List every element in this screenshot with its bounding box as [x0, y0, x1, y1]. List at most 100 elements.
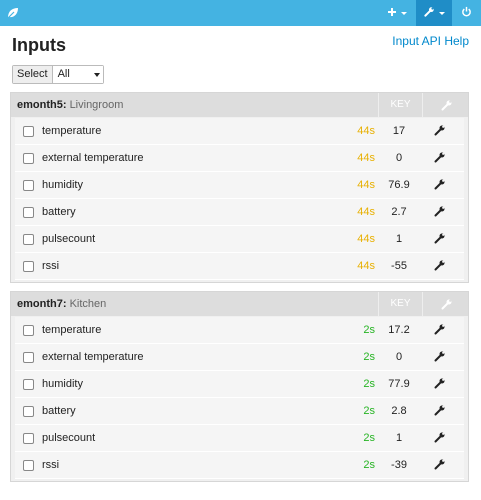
- wrench-icon: [434, 125, 445, 136]
- input-value: 17.2: [388, 324, 410, 336]
- wrench-icon: [434, 206, 445, 217]
- node-panel-emonth7: emonth7: Kitchen KEY temperature 2s 17.2…: [10, 291, 469, 482]
- input-value: 76.9: [388, 179, 410, 191]
- input-checkbox[interactable]: [23, 379, 34, 390]
- input-name: rssi: [42, 260, 60, 272]
- input-last-updated: 44s: [357, 260, 375, 272]
- node-header[interactable]: emonth7: Kitchen KEY: [11, 292, 468, 316]
- wrench-icon: [434, 432, 445, 443]
- input-row[interactable]: external temperature 2s 0: [15, 344, 464, 371]
- input-config-button[interactable]: [425, 151, 455, 163]
- add-menu-button[interactable]: [380, 0, 414, 26]
- wrench-icon: [441, 100, 451, 111]
- input-last-updated: 2s: [363, 432, 375, 444]
- input-checkbox[interactable]: [23, 234, 34, 245]
- power-icon: [461, 6, 472, 20]
- wrench-icon: [434, 378, 445, 389]
- input-checkbox[interactable]: [23, 460, 34, 471]
- logout-button[interactable]: [452, 0, 481, 26]
- setup-menu-button[interactable]: [416, 0, 452, 26]
- input-config-button[interactable]: [425, 404, 455, 416]
- input-last-updated: 2s: [363, 351, 375, 363]
- chevron-down-icon: [438, 11, 445, 15]
- input-config-button[interactable]: [425, 431, 455, 443]
- input-config-button[interactable]: [425, 458, 455, 470]
- input-checkbox[interactable]: [23, 406, 34, 417]
- input-config-button[interactable]: [425, 232, 455, 244]
- input-last-updated: 2s: [363, 378, 375, 390]
- input-value: -55: [391, 260, 407, 272]
- input-checkbox[interactable]: [23, 207, 34, 218]
- input-row[interactable]: temperature 2s 17.2: [15, 317, 464, 344]
- node-panel-emonth5: emonth5: Livingroom KEY temperature 44s …: [10, 92, 469, 283]
- input-row[interactable]: battery 2s 2.8: [15, 398, 464, 425]
- input-row[interactable]: humidity 2s 77.9: [15, 371, 464, 398]
- node-config-button[interactable]: [424, 93, 469, 117]
- wrench-icon: [434, 260, 445, 271]
- key-column-header: KEY: [378, 292, 423, 316]
- wrench-icon: [423, 6, 435, 20]
- input-checkbox[interactable]: [23, 352, 34, 363]
- wrench-icon: [434, 405, 445, 416]
- input-config-button[interactable]: [425, 323, 455, 335]
- node-name: emonth5:: [17, 99, 67, 111]
- node-config-button[interactable]: [424, 292, 469, 316]
- wrench-icon: [441, 299, 451, 310]
- input-last-updated: 2s: [363, 459, 375, 471]
- input-row[interactable]: pulsecount 44s 1: [15, 226, 464, 253]
- input-name: battery: [42, 206, 76, 218]
- wrench-icon: [434, 351, 445, 362]
- input-config-button[interactable]: [425, 178, 455, 190]
- input-name: temperature: [42, 125, 102, 137]
- input-checkbox[interactable]: [23, 325, 34, 336]
- input-value: 2.7: [391, 206, 407, 218]
- node-description: Livingroom: [69, 99, 124, 111]
- input-value: 1: [395, 233, 403, 245]
- input-config-button[interactable]: [425, 377, 455, 389]
- input-checkbox[interactable]: [23, 180, 34, 191]
- input-value: 1: [395, 432, 403, 444]
- input-checkbox[interactable]: [23, 433, 34, 444]
- input-last-updated: 2s: [363, 324, 375, 336]
- filter-select[interactable]: All: [52, 66, 103, 83]
- input-checkbox[interactable]: [23, 153, 34, 164]
- input-value: 77.9: [388, 378, 410, 390]
- input-value: 2.8: [391, 405, 407, 417]
- input-name: humidity: [42, 378, 83, 390]
- dropdown-arrow-icon: [93, 73, 100, 77]
- wrench-icon: [434, 152, 445, 163]
- input-row[interactable]: rssi 2s -39: [15, 452, 464, 479]
- page-title: Inputs: [12, 35, 66, 55]
- wrench-icon: [434, 324, 445, 335]
- wrench-icon: [434, 233, 445, 244]
- node-header[interactable]: emonth5: Livingroom KEY: [11, 93, 468, 117]
- node-description: Kitchen: [69, 298, 107, 310]
- input-last-updated: 44s: [357, 179, 375, 191]
- input-row[interactable]: rssi 44s -55: [15, 253, 464, 280]
- node-filter: Select All: [12, 65, 104, 84]
- filter-selected-value: All: [57, 68, 70, 80]
- input-row[interactable]: humidity 44s 76.9: [15, 172, 464, 199]
- input-value: 0: [395, 152, 403, 164]
- input-config-button[interactable]: [425, 259, 455, 271]
- input-api-help-link[interactable]: Input API Help: [392, 34, 469, 48]
- input-name: rssi: [42, 459, 60, 471]
- input-last-updated: 44s: [357, 206, 375, 218]
- input-name: temperature: [42, 324, 102, 336]
- input-checkbox[interactable]: [23, 261, 34, 272]
- key-column-header: KEY: [378, 93, 423, 117]
- input-row[interactable]: battery 44s 2.7: [15, 199, 464, 226]
- input-config-button[interactable]: [425, 124, 455, 136]
- input-config-button[interactable]: [425, 205, 455, 217]
- input-config-button[interactable]: [425, 350, 455, 362]
- input-row[interactable]: temperature 44s 17: [15, 118, 464, 145]
- input-row[interactable]: external temperature 44s 0: [15, 145, 464, 172]
- input-row[interactable]: pulsecount 2s 1: [15, 425, 464, 452]
- input-name: pulsecount: [42, 233, 96, 245]
- leaf-icon[interactable]: [6, 6, 20, 20]
- plus-icon: [387, 6, 397, 20]
- input-value: -39: [391, 459, 407, 471]
- input-name: external temperature: [42, 351, 144, 363]
- input-checkbox[interactable]: [23, 126, 34, 137]
- chevron-down-icon: [401, 11, 407, 15]
